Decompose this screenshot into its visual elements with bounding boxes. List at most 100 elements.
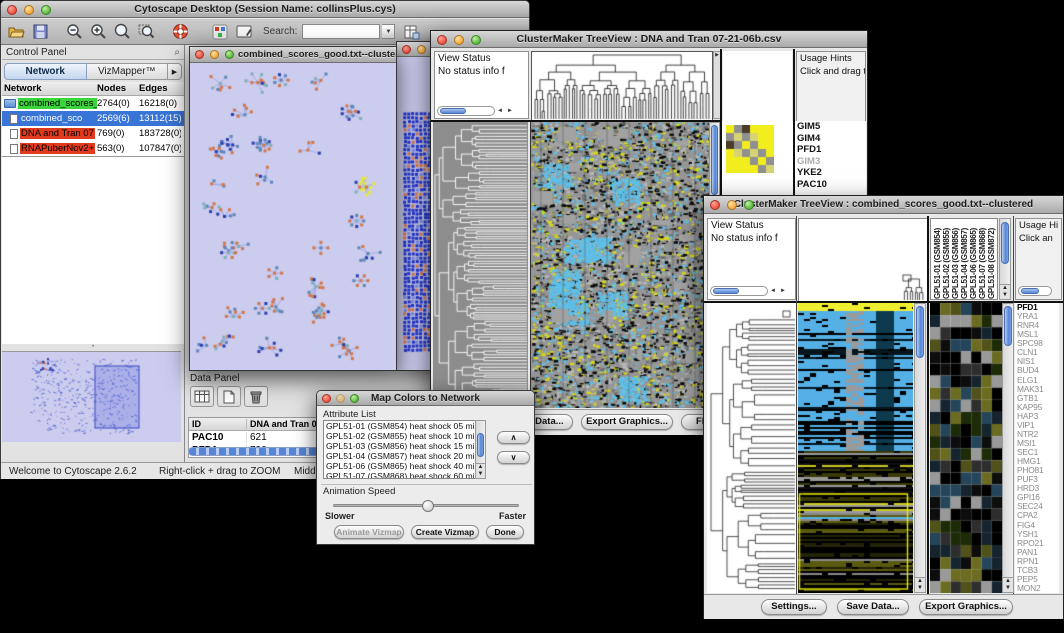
map-colors-dialog: Map Colors to Network Attribute List GPL… — [316, 390, 535, 545]
tv1-column-dendrogram[interactable] — [531, 51, 713, 121]
network-view-canvas-1[interactable] — [190, 63, 396, 370]
minimize-button[interactable] — [727, 200, 737, 210]
zoom-selected-icon[interactable] — [135, 22, 157, 42]
close-button[interactable] — [195, 50, 204, 59]
document-icon — [10, 129, 18, 139]
network-row[interactable]: combined_sco2569(6)13112(15) — [2, 111, 184, 126]
attribute-item[interactable]: GPL51-04 (GSM857) heat shock 20 min — [324, 451, 485, 461]
tv2-settings-button[interactable]: Settings... — [761, 599, 827, 615]
zoom-button[interactable] — [225, 50, 234, 59]
tv2-save-data-button[interactable]: Save Data... — [837, 599, 909, 615]
main-titlebar[interactable]: Cytoscape Desktop (Session Name: collins… — [1, 1, 529, 18]
attribute-item[interactable]: GPL51-01 (GSM854) heat shock 05 min — [324, 421, 485, 431]
open-file-icon[interactable] — [5, 22, 27, 42]
tv1-view-status-panel: View Status No status info f ◄► — [434, 51, 529, 119]
zoom-button[interactable] — [41, 5, 51, 15]
zoom-fit-icon[interactable] — [111, 22, 133, 42]
close-button[interactable] — [7, 5, 17, 15]
column-label: GPL51-04 (GSM857) — [960, 219, 969, 299]
network-row[interactable]: RNAPuberNov2+563(0)107847(0) — [2, 141, 184, 156]
tab-network[interactable]: Network — [4, 63, 87, 80]
network-row[interactable]: combined_scores_2764(0)16218(0) — [2, 96, 184, 111]
column-label: GPL51-03 (GSM856) — [951, 219, 960, 299]
minimize-button[interactable] — [417, 45, 426, 54]
panel-splitter[interactable]: • — [2, 344, 184, 351]
annotation-icon[interactable] — [233, 22, 255, 42]
attribute-select-icon[interactable] — [190, 386, 214, 407]
zoom-out-icon[interactable] — [63, 22, 85, 42]
create-vizmap-button[interactable]: Create Vizmap — [411, 525, 479, 539]
gene-label: YKE2 — [795, 167, 866, 179]
tv2-status-scrollbar[interactable]: ◄► — [710, 285, 788, 296]
tv2-collabel-scrollbar[interactable]: ▲▼ — [999, 218, 1011, 300]
attribute-item[interactable]: GPL51-02 (GSM855) heat shock 10 min — [324, 431, 485, 441]
zoom-in-icon[interactable] — [87, 22, 109, 42]
tv1-heatmap-canvas[interactable] — [530, 122, 709, 408]
move-up-button[interactable]: ∧ — [497, 431, 530, 444]
tv2-row-dendrogram[interactable] — [707, 303, 796, 593]
gene-label: PFD1 — [795, 144, 866, 156]
slider-thumb[interactable] — [422, 500, 434, 512]
tv2-gene-list: PFD1YRA1RNR4MSL1SPC98CLN1NIS1BUD4ELG1MAK… — [1015, 303, 1059, 593]
gene-label: PAC10 — [795, 179, 866, 191]
minimize-button[interactable] — [24, 5, 34, 15]
tv2-column-dendrogram[interactable] — [798, 218, 928, 302]
document-icon — [10, 114, 18, 124]
search-dropdown-button[interactable]: ▼ — [382, 24, 395, 39]
tv2-export-graphics-button[interactable]: Export Graphics... — [919, 599, 1013, 615]
network-overview-canvas[interactable] — [2, 351, 181, 442]
folder-icon — [4, 99, 16, 108]
tv2-heatmap-canvas[interactable] — [798, 303, 913, 593]
move-down-button[interactable]: ∨ — [497, 451, 530, 464]
close-button[interactable] — [322, 394, 331, 403]
tv2-zoom-scrollbar[interactable]: ▲▼ — [1002, 303, 1014, 593]
tv2-column-labels: GPL51-01 (GSM854)GPL51-02 (GSM855)GPL51-… — [930, 218, 998, 300]
tab-vizmapper[interactable]: VizMapper™ — [87, 63, 169, 80]
tv2-zoom-heatmap-canvas[interactable] — [930, 303, 1002, 593]
control-panel-title: Control Panel — [6, 47, 67, 58]
tv2-usage-scrollbar[interactable] — [1018, 285, 1052, 296]
tv1-row-dendrogram[interactable] — [433, 122, 528, 408]
close-button[interactable] — [402, 45, 411, 54]
table-import-icon[interactable] — [401, 22, 423, 42]
tv2-heatmap-scrollbar[interactable]: ▲▼ — [914, 303, 926, 593]
gene-label: GIM3 — [795, 156, 866, 168]
status-welcome: Welcome to Cytoscape 2.6.2 — [9, 466, 137, 477]
new-attribute-icon[interactable] — [217, 386, 241, 407]
attribute-item[interactable]: GPL51-07 (GSM868) heat shock 60 min — [324, 471, 485, 479]
tv1-similarity-matrix-canvas[interactable] — [726, 125, 774, 173]
plugin-manager-icon[interactable] — [209, 22, 231, 42]
attribute-listbox[interactable]: GPL51-01 (GSM854) heat shock 05 minGPL51… — [323, 420, 486, 479]
done-button[interactable]: Done — [486, 525, 524, 539]
search-input[interactable] — [302, 24, 380, 39]
attribute-item[interactable]: GPL51-03 (GSM856) heat shock 15 min — [324, 441, 485, 451]
save-icon[interactable] — [29, 22, 51, 42]
minimize-button[interactable] — [454, 35, 464, 45]
gene-label: GIM5 — [795, 121, 866, 133]
attribute-item[interactable]: GPL51-06 (GSM865) heat shock 40 min — [324, 461, 485, 471]
status-hint-zoom: Right-click + drag to ZOOM — [159, 466, 280, 477]
document-icon — [10, 144, 18, 154]
attribute-list-scrollbar[interactable]: ▲▼ — [475, 420, 486, 479]
zoom-button[interactable] — [350, 394, 359, 403]
close-button[interactable] — [437, 35, 447, 45]
animate-vizmap-button[interactable]: Animate Vizmap — [334, 525, 404, 539]
network-row[interactable]: DNA and Tran 07769(0)183728(0) — [2, 126, 184, 141]
tab-overflow-arrow[interactable]: ▶ — [168, 63, 182, 80]
control-panel: Control Panel ⌕ Network VizMapper™ ▶ Net… — [2, 45, 185, 462]
main-window-title: Cytoscape Desktop (Session Name: collins… — [1, 1, 529, 18]
animation-speed-slider[interactable] — [333, 504, 519, 507]
minimize-button[interactable] — [210, 50, 219, 59]
close-button[interactable] — [710, 200, 720, 210]
delete-attribute-icon[interactable] — [244, 386, 268, 407]
help-lifering-icon[interactable] — [169, 22, 191, 42]
tv1-export-graphics-button[interactable]: Export Graphics... — [581, 414, 673, 430]
float-panel-icon[interactable]: ⌕ — [174, 47, 180, 58]
zoom-button[interactable] — [744, 200, 754, 210]
tv1-status-scrollbar[interactable]: ◄► — [437, 105, 515, 116]
column-label: GPL51-06 (GSM865) — [969, 219, 978, 299]
zoom-button[interactable] — [471, 35, 481, 45]
slower-label: Slower — [325, 511, 355, 521]
minimize-button[interactable] — [336, 394, 345, 403]
attribute-list-label: Attribute List — [317, 406, 534, 421]
